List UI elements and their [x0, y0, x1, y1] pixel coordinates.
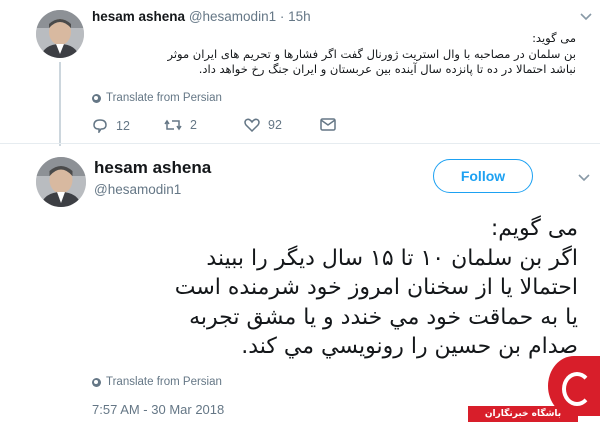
tweet-text-line: نباشد احتمالا در ده تا پانزده سال آینده …	[198, 62, 576, 76]
thread-line	[59, 62, 61, 146]
direct-message-button[interactable]	[320, 118, 336, 131]
globe-icon	[92, 377, 101, 387]
translate-label: Translate from Persian	[106, 376, 222, 388]
tweet-text-line: می گویم:	[490, 216, 578, 241]
tweet-text-line: یا به حماقت خود مي خندد و یا مشق تجربه	[189, 304, 578, 330]
tweet-text-line: می گوید:	[532, 31, 576, 45]
reply-count: 12	[116, 118, 130, 133]
tweet-header: hesam ashena @hesamodin1 · 15h	[92, 9, 311, 24]
direct-message-icon	[320, 118, 336, 131]
reply-button[interactable]: 12	[92, 118, 130, 133]
like-count: 92	[268, 118, 282, 132]
translate-link[interactable]: Translate from Persian	[92, 376, 222, 388]
translate-link[interactable]: Translate from Persian	[92, 92, 222, 104]
avatar[interactable]	[36, 10, 84, 58]
divider	[0, 143, 600, 144]
like-icon	[244, 118, 260, 132]
reply-tweet: hesam ashena @hesamodin1 · 15h می گوید: …	[0, 0, 600, 146]
chevron-down-icon[interactable]	[578, 170, 590, 185]
tweet-text-line: اگر بن سلمان ۱۰ تا ۱۵ سال دیگر را ببیند	[206, 245, 578, 271]
translate-label: Translate from Persian	[106, 92, 222, 104]
user-handle[interactable]: @hesamodin1	[189, 9, 276, 24]
tweet-text: می گویم: اگر بن سلمان ۱۰ تا ۱۵ سال دیگر …	[90, 214, 578, 362]
reply-icon	[92, 118, 108, 133]
globe-icon	[92, 93, 101, 103]
tweet-text-line: صدام بن حسین را رونویسي مي کند.	[241, 334, 578, 359]
retweet-icon	[164, 118, 182, 132]
avatar[interactable]	[36, 157, 86, 207]
tweet-text-line: احتمالا یا از سخنان امروز خود شرمنده است	[174, 275, 578, 300]
watermark-label: باشگاه خبرنگاران	[468, 406, 578, 422]
display-name[interactable]: hesam ashena	[94, 158, 211, 178]
tweet-text-line: بن سلمان در مصاحبه با وال استریت ژورنال …	[167, 46, 576, 61]
follow-button[interactable]: Follow	[433, 159, 533, 193]
tweet-timestamp[interactable]: 7:57 AM - 30 Mar 2018	[92, 402, 224, 417]
tweet-actions: 12 2 92	[92, 118, 352, 136]
like-button[interactable]: 92	[244, 118, 282, 132]
tweet-time[interactable]: · 15h	[280, 9, 311, 24]
user-handle[interactable]: @hesamodin1	[94, 182, 181, 197]
tweet-text: می گوید: بن سلمان در مصاحبه با وال استری…	[92, 31, 576, 78]
retweet-count: 2	[190, 118, 197, 132]
retweet-button[interactable]: 2	[164, 118, 197, 132]
chevron-down-icon[interactable]	[580, 9, 592, 24]
display-name[interactable]: hesam ashena	[92, 9, 185, 24]
